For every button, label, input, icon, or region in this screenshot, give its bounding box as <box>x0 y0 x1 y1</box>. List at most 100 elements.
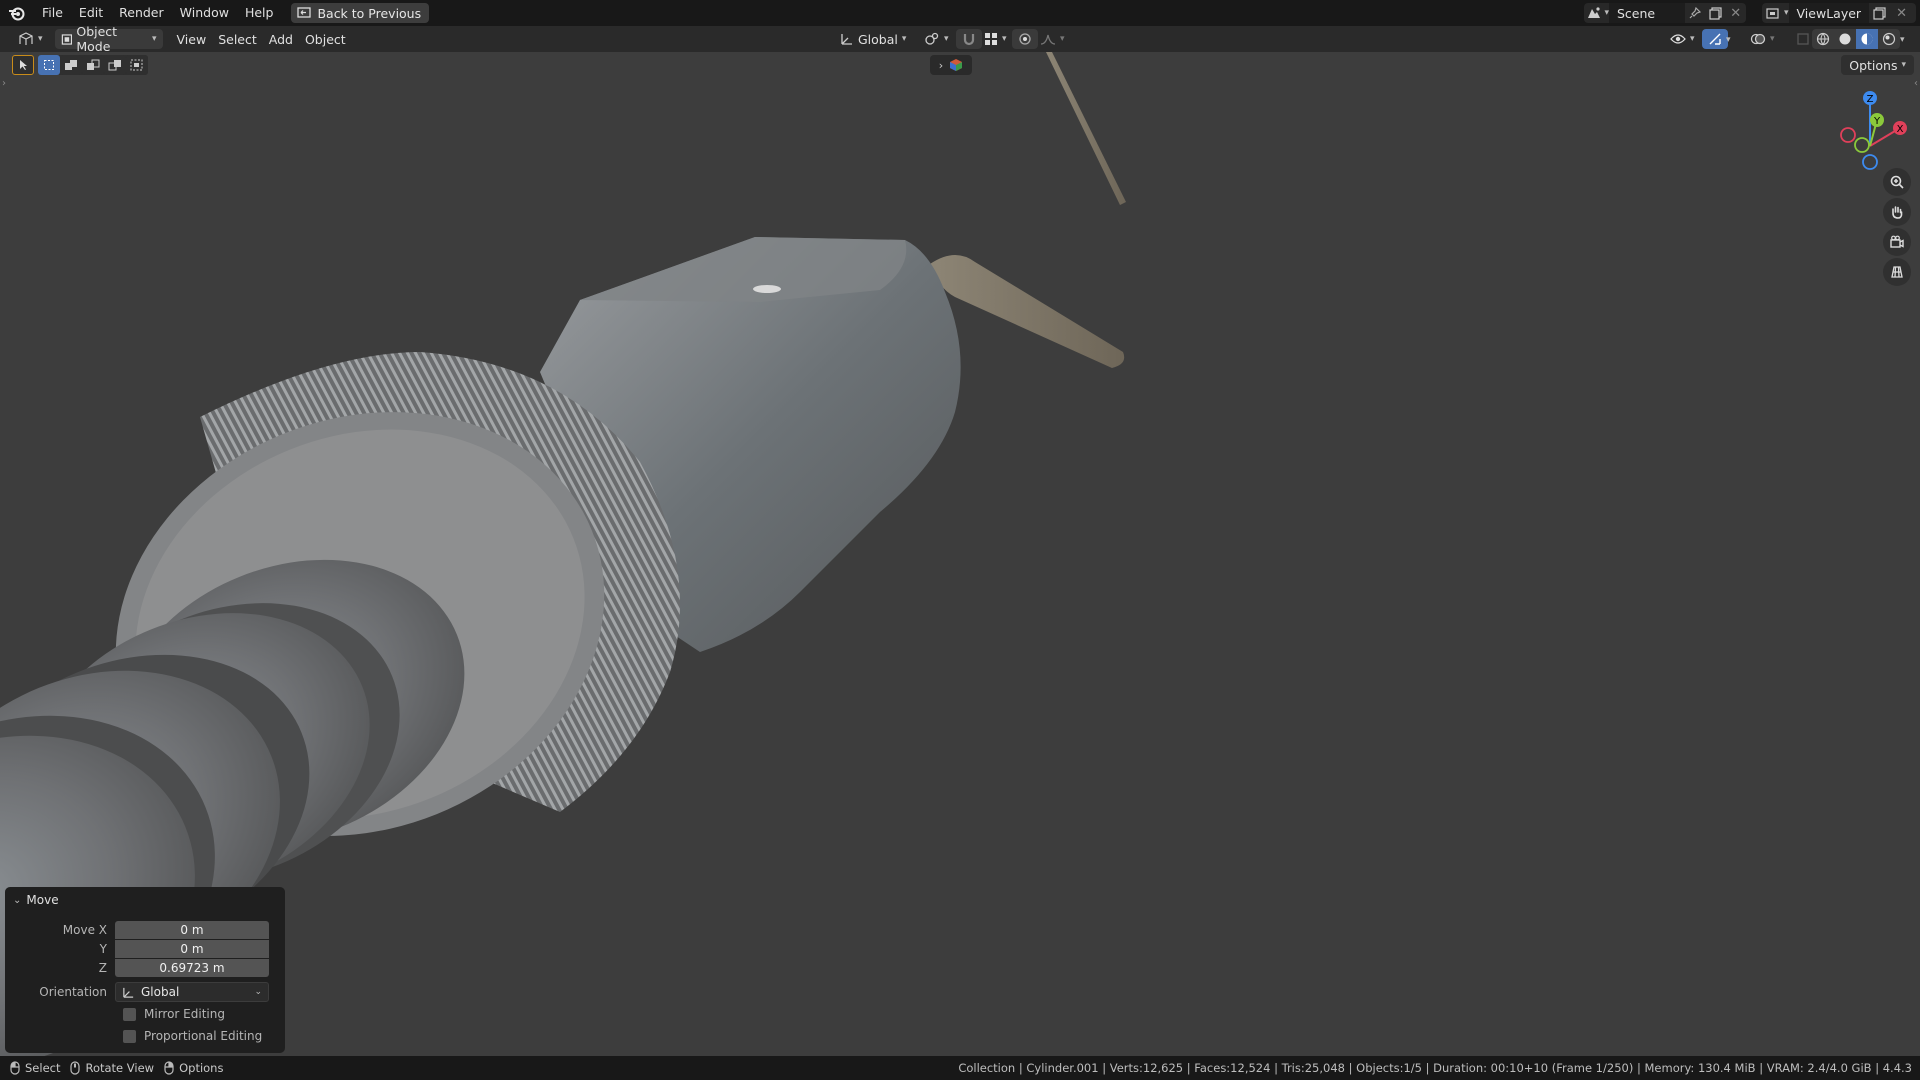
menu-object[interactable]: Object <box>299 29 352 49</box>
menu-render[interactable]: Render <box>111 0 172 26</box>
select-invert-icon[interactable] <box>104 55 126 75</box>
proportional-editing-icon <box>1019 33 1031 45</box>
select-intersect-icon[interactable] <box>126 55 148 75</box>
proportional-falloff-dropdown[interactable]: ▾ <box>1034 29 1071 49</box>
mouse-left-icon <box>10 1061 20 1075</box>
screen-back-icon <box>297 7 312 18</box>
selection-tools <box>12 55 148 75</box>
wireframe-shading-icon[interactable] <box>1812 29 1834 49</box>
3d-model-render <box>0 52 1126 1056</box>
pin-icon[interactable] <box>1685 3 1705 23</box>
menu-edit[interactable]: Edit <box>71 0 111 26</box>
move-y-row: Y 0 m <box>5 940 285 958</box>
select-new-icon[interactable] <box>38 55 60 75</box>
status-rotate-view-hint: Rotate View <box>70 1061 154 1075</box>
orientation-row: Orientation Global ⌄ <box>5 981 285 1003</box>
material-preview-shading-icon[interactable] <box>1856 29 1878 49</box>
snap-target-dropdown[interactable]: ▾ <box>978 29 1013 49</box>
select-extend-icon[interactable] <box>60 55 82 75</box>
selection-mode-group <box>38 55 148 75</box>
solid-shading-icon[interactable] <box>1834 29 1856 49</box>
orientation-global-icon <box>123 987 134 998</box>
back-to-previous-label: Back to Previous <box>317 5 422 21</box>
zoom-view-icon[interactable] <box>1883 168 1911 196</box>
editor-type-button[interactable]: ▾ <box>12 29 49 49</box>
perspective-ortho-grid-icon[interactable] <box>1883 258 1911 286</box>
camera-view-icon[interactable] <box>1883 228 1911 256</box>
orientation-dropdown[interactable]: Global ⌄ <box>115 982 269 1002</box>
nozzle-hole <box>753 285 781 293</box>
overlays-icon <box>1750 33 1766 45</box>
chevron-down-icon[interactable]: ▾ <box>1900 35 1905 45</box>
last-operator-panel: ⌄ Move Move X 0 m Y 0 m Z 0.69723 m Orie… <box>5 887 285 1053</box>
chevron-down-icon[interactable]: ▾ <box>1726 35 1731 45</box>
mirror-editing-checkbox[interactable] <box>123 1007 136 1021</box>
rendered-shading-icon[interactable] <box>1878 29 1900 49</box>
pan-view-hand-icon[interactable] <box>1883 198 1911 226</box>
mirror-editing-row[interactable]: Mirror Editing <box>5 1005 285 1023</box>
move-x-field[interactable]: 0 m <box>115 921 269 939</box>
scene-statistics: Collection | Cylinder.001 | Verts:12,625… <box>958 1061 1912 1075</box>
status-select-hint: Select <box>10 1061 60 1075</box>
toolbar-expand-icon[interactable]: › <box>2 78 6 89</box>
move-z-field[interactable]: 0.69723 m <box>115 959 269 977</box>
back-to-previous-button[interactable]: Back to Previous <box>291 3 430 23</box>
menu-select[interactable]: Select <box>212 29 263 49</box>
orientation-global-icon <box>841 34 852 45</box>
select-tool-icon[interactable] <box>12 55 34 75</box>
new-scene-icon[interactable] <box>1705 3 1725 23</box>
transform-orientation-dropdown[interactable]: Global ▾ <box>834 29 912 49</box>
delete-scene-icon[interactable]: ✕ <box>1726 3 1746 23</box>
chevron-down-icon: ▾ <box>1690 34 1695 44</box>
blender-logo-icon[interactable] <box>0 0 34 26</box>
gizmo-toggle[interactable] <box>1702 29 1728 49</box>
pivot-icon <box>925 32 939 45</box>
scene-selector[interactable]: ▾ Scene ✕ <box>1584 3 1746 23</box>
orientation-value: Global <box>141 985 180 999</box>
gizmo-negative-x[interactable] <box>1840 127 1856 143</box>
proportional-editing-checkbox[interactable] <box>123 1029 136 1043</box>
chevron-down-icon: ▾ <box>152 34 157 44</box>
view-layer-icon[interactable] <box>1762 3 1784 23</box>
menu-file[interactable]: File <box>34 0 71 26</box>
navigation-gizmo[interactable]: Z Y X <box>1822 84 1918 174</box>
mode-dropdown[interactable]: Object Mode ▾ <box>54 24 163 54</box>
menu-help[interactable]: Help <box>237 0 282 26</box>
move-y-label: Y <box>99 942 107 956</box>
view-layer-selector[interactable]: ▾ ViewLayer ✕ <box>1762 3 1916 23</box>
mirror-editing-label: Mirror Editing <box>144 1007 225 1021</box>
menu-add[interactable]: Add <box>263 29 299 49</box>
new-view-layer-icon[interactable] <box>1869 3 1891 23</box>
menu-window[interactable]: Window <box>172 0 237 26</box>
move-y-field[interactable]: 0 m <box>115 940 269 958</box>
scene-icon[interactable] <box>1584 3 1604 23</box>
chevron-down-icon: ▾ <box>38 34 43 44</box>
pivot-point-dropdown[interactable]: ▾ <box>918 29 955 49</box>
3d-viewport[interactable]: › Options ▾ › ‹ Z Y X <box>0 52 1920 1056</box>
3d-viewport-icon <box>19 32 33 45</box>
shading-mode-group <box>1812 29 1900 49</box>
gizmo-negative-z[interactable] <box>1862 154 1878 170</box>
gizmo-icon <box>1709 33 1721 45</box>
menu-view[interactable]: View <box>171 29 213 49</box>
dispenser-top-face <box>580 237 907 302</box>
collection-color-icon <box>950 59 963 71</box>
delete-view-layer-icon[interactable]: ✕ <box>1891 3 1913 23</box>
collection-toggle[interactable]: › <box>930 55 972 75</box>
overlays-toggle[interactable]: ▾ <box>1744 29 1781 49</box>
orientation-label: Orientation <box>39 985 107 999</box>
move-z-row: Z 0.69723 m <box>5 959 285 977</box>
background-rod <box>1046 52 1126 205</box>
gizmo-x-label: X <box>1897 124 1904 135</box>
scene-name-field[interactable]: Scene <box>1609 3 1685 23</box>
operator-panel-header[interactable]: ⌄ Move <box>13 893 59 907</box>
mouse-right-icon <box>164 1061 174 1075</box>
gizmo-negative-y[interactable] <box>1854 137 1870 153</box>
view-layer-name-field[interactable]: ViewLayer <box>1788 3 1869 23</box>
proportional-editing-row[interactable]: Proportional Editing <box>5 1027 285 1045</box>
object-visibility-dropdown[interactable]: ▾ <box>1664 29 1701 49</box>
chevron-down-icon: ▾ <box>901 34 907 44</box>
options-dropdown[interactable]: Options ▾ <box>1841 55 1914 75</box>
status-select-label: Select <box>25 1061 61 1075</box>
select-subtract-icon[interactable] <box>82 55 104 75</box>
